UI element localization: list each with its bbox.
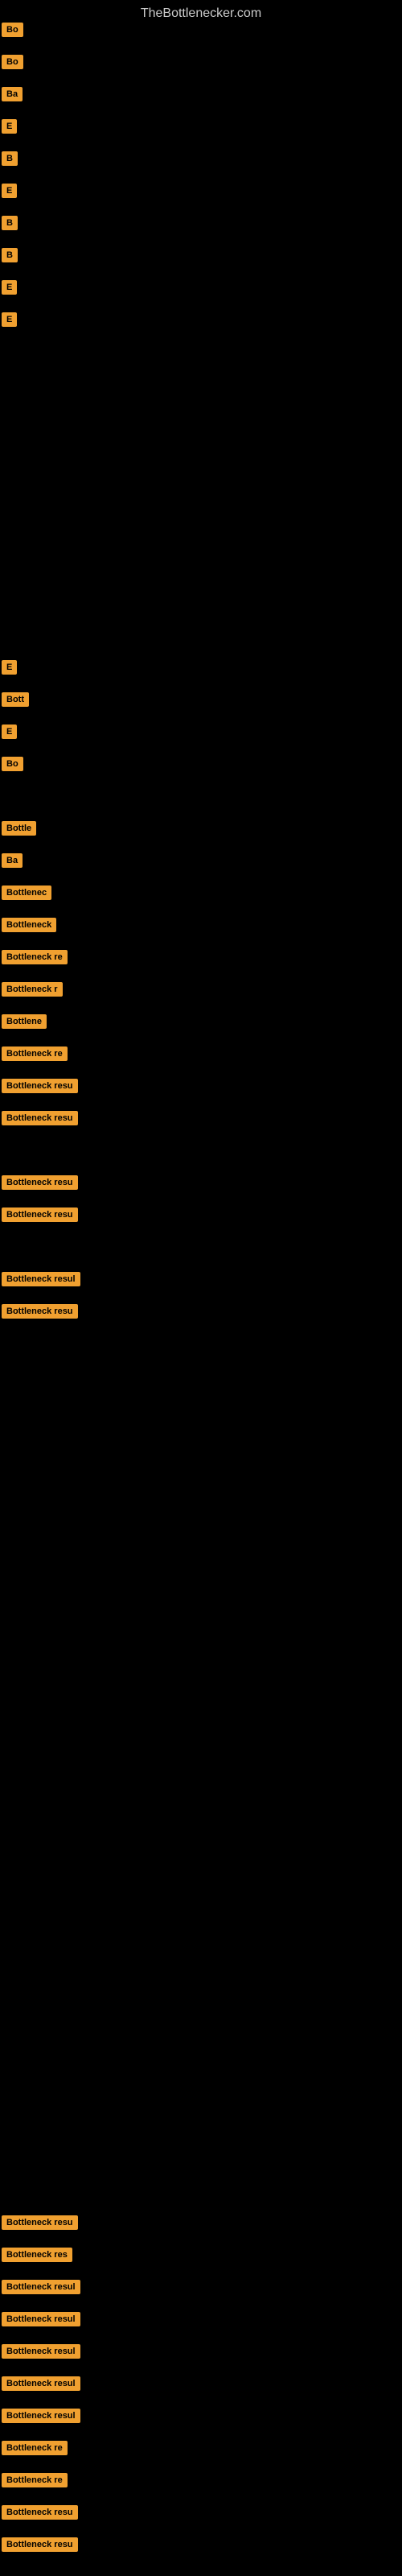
badge-item[interactable]: Bottleneck resu — [2, 1079, 78, 1093]
badge-item[interactable]: Bottleneck resu — [2, 2215, 78, 2230]
badge-item[interactable]: Bottleneck resul — [2, 1272, 80, 1286]
badge-item[interactable]: Bottleneck re — [2, 950, 68, 964]
badge-item[interactable]: Bottleneck re — [2, 1046, 68, 1061]
badge-item[interactable]: E — [2, 280, 17, 295]
badge-item[interactable]: Bottleneck resu — [2, 1175, 78, 1190]
badge-item[interactable]: B — [2, 151, 18, 166]
badge-item[interactable]: Bottleneck — [2, 918, 56, 932]
badge-item[interactable]: Ba — [2, 87, 23, 101]
badge-item[interactable]: Bottleneck resu — [2, 1208, 78, 1222]
badge-item[interactable]: Bottleneck re — [2, 2441, 68, 2455]
badge-item[interactable]: Bottlene — [2, 1014, 47, 1029]
badge-item[interactable]: E — [2, 724, 17, 739]
badge-item[interactable]: Bottleneck resul — [2, 2409, 80, 2423]
badge-item[interactable]: Bottleneck r — [2, 982, 63, 997]
badge-item[interactable]: E — [2, 119, 17, 134]
badge-item[interactable]: Ba — [2, 853, 23, 868]
badge-item[interactable]: Bo — [2, 55, 23, 69]
badge-item[interactable]: Bottleneck resu — [2, 1304, 78, 1319]
badge-item[interactable]: Bottleneck resul — [2, 2280, 80, 2294]
badge-item[interactable]: E — [2, 660, 17, 675]
badge-item[interactable]: Bottle — [2, 821, 36, 836]
badge-item[interactable]: Bottleneck res — [2, 2248, 72, 2262]
badge-item[interactable]: Bottleneck re — [2, 2473, 68, 2487]
badge-item[interactable]: Bottleneck resu — [2, 1111, 78, 1125]
badge-item[interactable]: B — [2, 216, 18, 230]
badge-item[interactable]: Bottlenec — [2, 886, 51, 900]
badge-item[interactable]: Bottleneck resul — [2, 2376, 80, 2391]
badge-item[interactable]: Bo — [2, 23, 23, 37]
site-title: TheBottlenecker.com — [0, 0, 402, 24]
badge-item[interactable]: B — [2, 248, 18, 262]
badge-item[interactable]: E — [2, 312, 17, 327]
badge-item[interactable]: Bott — [2, 692, 29, 707]
badge-item[interactable]: Bottleneck resul — [2, 2312, 80, 2326]
badge-item[interactable]: Bottleneck resu — [2, 2537, 78, 2552]
badge-item[interactable]: Bottleneck resu — [2, 2505, 78, 2520]
badge-item[interactable]: Bottleneck resul — [2, 2344, 80, 2359]
badge-item[interactable]: Bo — [2, 757, 23, 771]
badge-item[interactable]: E — [2, 184, 17, 198]
